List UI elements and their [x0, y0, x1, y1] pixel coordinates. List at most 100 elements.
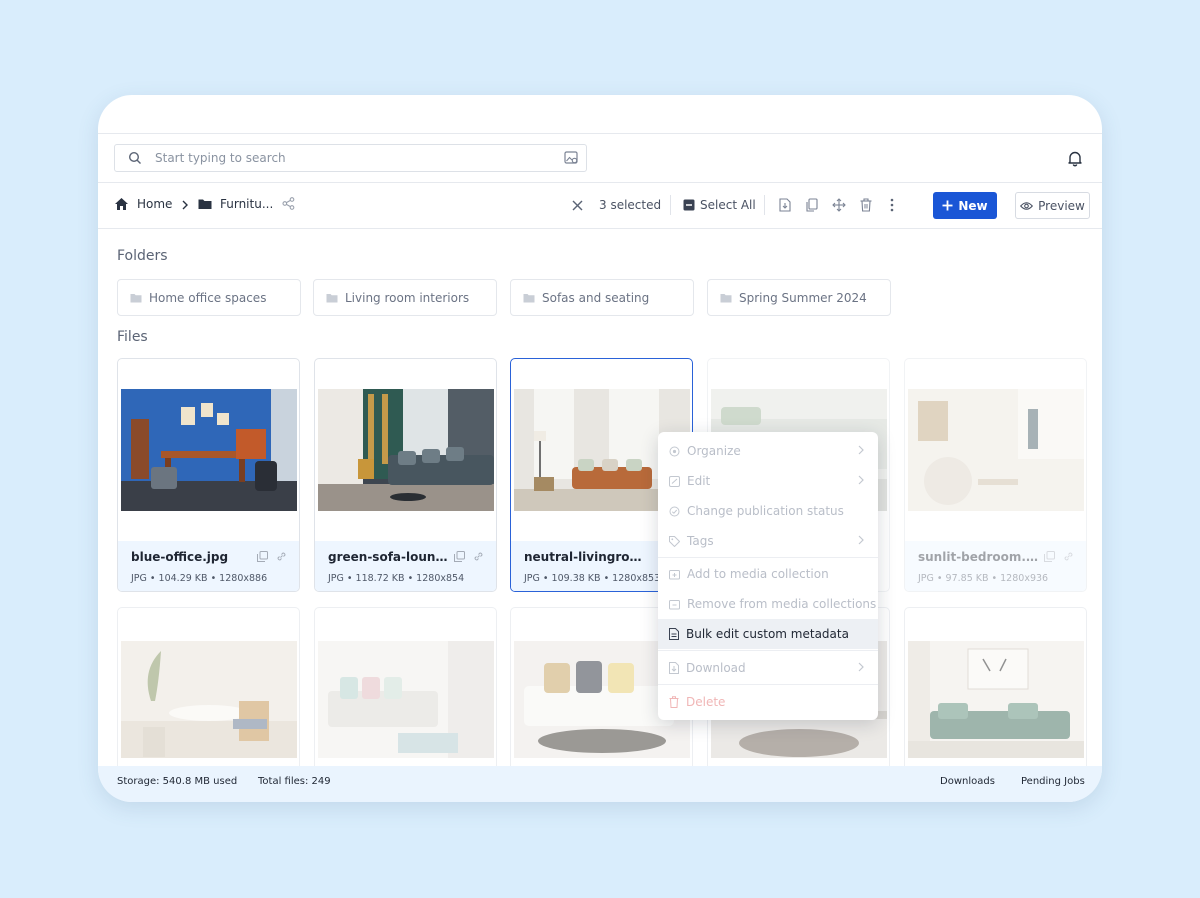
- folder-name: Home office spaces: [149, 290, 267, 305]
- menu-label: Tags: [687, 534, 714, 548]
- chevron-right-icon: [858, 445, 864, 455]
- new-button[interactable]: New: [933, 192, 997, 219]
- link-icon[interactable]: [1063, 551, 1074, 562]
- file-info: JPG • 118.72 KB • 1280x854: [328, 573, 465, 584]
- folder-item[interactable]: Living room interiors: [313, 279, 497, 316]
- top-bar: [98, 95, 1102, 134]
- copy-icon[interactable]: [1044, 551, 1055, 562]
- menu-item-tags[interactable]: Tags: [658, 526, 878, 556]
- collection-remove-icon: [669, 599, 680, 609]
- file-info: JPG • 104.29 KB • 1280x886: [131, 573, 268, 584]
- chevron-right-icon: [858, 662, 864, 672]
- search-icon: [128, 151, 141, 164]
- menu-label: Add to media collection: [687, 567, 829, 581]
- more-vertical-icon[interactable]: [890, 198, 894, 212]
- link-icon[interactable]: [276, 551, 287, 562]
- folder-item[interactable]: Sofas and seating: [510, 279, 694, 316]
- downloads-link[interactable]: Downloads: [940, 776, 995, 787]
- folder-item[interactable]: Spring Summer 2024: [707, 279, 891, 316]
- download-file-icon[interactable]: [779, 198, 791, 212]
- menu-divider: [658, 557, 878, 558]
- menu-item-download[interactable]: Download: [658, 653, 878, 683]
- menu-item-add-collection[interactable]: Add to media collection: [658, 559, 878, 589]
- divider: [670, 195, 671, 215]
- share-icon[interactable]: [282, 197, 295, 210]
- menu-item-delete[interactable]: Delete: [658, 687, 878, 717]
- tag-icon: [669, 535, 680, 547]
- menu-label: Organize: [687, 444, 741, 458]
- menu-label: Remove from media collections: [687, 597, 877, 611]
- menu-label: Delete: [686, 695, 726, 709]
- menu-item-edit[interactable]: Edit: [658, 466, 878, 496]
- collection-add-icon: [669, 569, 680, 579]
- close-icon[interactable]: [572, 200, 583, 211]
- menu-item-bulk-edit[interactable]: Bulk edit custom metadata: [658, 619, 878, 649]
- trash-icon: [669, 696, 679, 708]
- storage-used: Storage: 540.8 MB used: [117, 776, 238, 787]
- image-search-icon[interactable]: [564, 151, 579, 165]
- status-footer: Storage: 540.8 MB used Total files: 249 …: [98, 766, 1102, 802]
- file-card[interactable]: [117, 607, 300, 782]
- file-thumbnail: [318, 641, 494, 758]
- menu-item-organize[interactable]: Organize: [658, 436, 878, 466]
- preview-button-label: Preview: [1038, 198, 1085, 213]
- folder-icon: [523, 293, 535, 302]
- trash-icon[interactable]: [860, 198, 872, 212]
- file-name: blue-office.jpg: [131, 550, 229, 564]
- menu-label: Edit: [687, 474, 711, 488]
- folder-icon: [130, 293, 142, 302]
- folder-name: Sofas and seating: [542, 290, 650, 305]
- copy-icon[interactable]: [806, 198, 818, 212]
- file-thumbnail: [908, 641, 1084, 758]
- toolbar: Home Furnitu... 3 selected Select All Ne…: [98, 183, 1102, 229]
- menu-label: Download: [686, 661, 746, 675]
- file-card[interactable]: sunlit-bedroom.jpg JPG • 97.85 KB • 1280…: [904, 358, 1087, 592]
- folder-item[interactable]: Home office spaces: [117, 279, 301, 316]
- select-all-button[interactable]: Select All: [700, 198, 756, 212]
- folder-name: Living room interiors: [345, 290, 470, 305]
- eye-icon: [1020, 201, 1034, 210]
- menu-item-remove-collections[interactable]: Remove from media collections: [658, 589, 878, 619]
- divider: [764, 195, 765, 215]
- breadcrumb-home[interactable]: Home: [137, 197, 172, 211]
- folder-icon: [326, 293, 338, 302]
- breadcrumb-folder[interactable]: Furnitu...: [220, 197, 273, 211]
- file-card[interactable]: green-sofa-lounge... JPG • 118.72 KB • 1…: [314, 358, 497, 592]
- file-info: JPG • 109.38 KB • 1280x853: [524, 573, 661, 584]
- search-row: Start typing to search: [98, 134, 1102, 183]
- copy-icon[interactable]: [257, 551, 268, 562]
- file-info: JPG • 97.85 KB • 1280x936: [918, 573, 1049, 584]
- search-input[interactable]: Start typing to search: [114, 144, 587, 172]
- plus-icon: [942, 200, 953, 211]
- copy-icon[interactable]: [454, 551, 465, 562]
- organize-icon: [669, 446, 680, 456]
- context-menu: Organize Edit Change publication status …: [658, 432, 878, 720]
- menu-item-change-status[interactable]: Change publication status: [658, 496, 878, 526]
- file-meta: sunlit-bedroom.jpg JPG • 97.85 KB • 1280…: [905, 541, 1086, 591]
- search-placeholder: Start typing to search: [155, 151, 286, 165]
- pending-jobs-link[interactable]: Pending Jobs: [1021, 776, 1085, 787]
- chevron-right-icon: [858, 475, 864, 485]
- preview-button[interactable]: Preview: [1015, 192, 1090, 219]
- bell-icon[interactable]: [1066, 149, 1084, 167]
- file-card[interactable]: [314, 607, 497, 782]
- edit-icon: [669, 475, 680, 487]
- file-name: green-sofa-lounge...: [328, 550, 448, 564]
- menu-label: Bulk edit custom metadata: [686, 627, 849, 641]
- document-icon: [669, 628, 679, 640]
- app-window: Start typing to search Home Furnitu... 3…: [98, 95, 1102, 802]
- menu-divider: [658, 650, 878, 651]
- new-button-label: New: [958, 198, 988, 213]
- file-card[interactable]: blue-office.jpg JPG • 104.29 KB • 1280x8…: [117, 358, 300, 592]
- file-name: sunlit-bedroom.jpg: [918, 550, 1038, 564]
- file-thumbnail: [121, 389, 297, 511]
- move-icon[interactable]: [832, 198, 846, 212]
- link-icon[interactable]: [473, 551, 484, 562]
- home-icon[interactable]: [114, 197, 129, 211]
- file-meta: green-sofa-lounge... JPG • 118.72 KB • 1…: [315, 541, 496, 591]
- file-meta: blue-office.jpg JPG • 104.29 KB • 1280x8…: [118, 541, 299, 591]
- menu-divider: [658, 684, 878, 685]
- file-card[interactable]: [904, 607, 1087, 782]
- select-all-icon[interactable]: [683, 199, 695, 211]
- file-thumbnail: [318, 389, 494, 511]
